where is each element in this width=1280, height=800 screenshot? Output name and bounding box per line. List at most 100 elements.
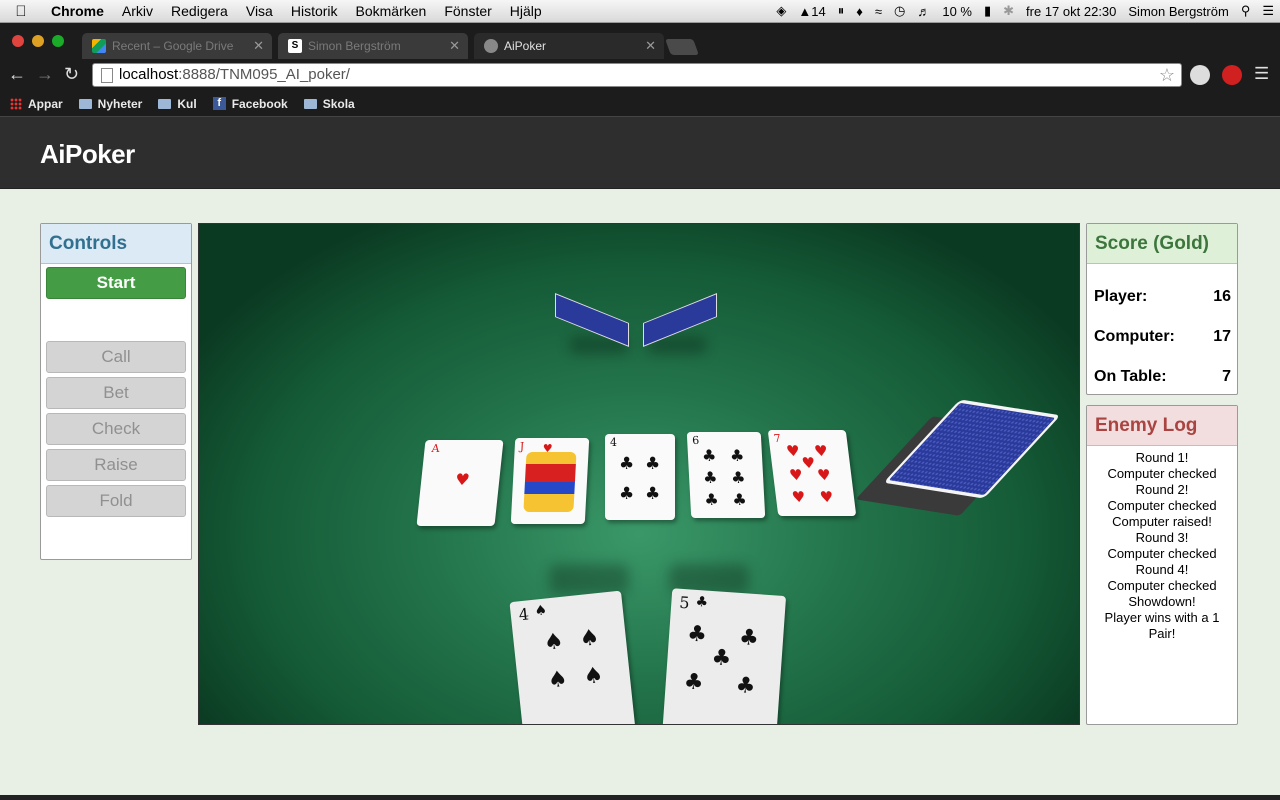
card-rank: 4 [610,436,617,449]
club-icon: ♣ [701,446,717,465]
close-tab-icon[interactable]: ✕ [253,38,264,54]
call-button[interactable]: Call [46,341,186,373]
google-drive-icon [92,39,106,53]
volume-icon[interactable]: ♬ [911,4,936,19]
log-line: Round 1! [1135,450,1189,465]
heart-icon: ♥ [818,488,835,506]
score-label: On Table: [1094,368,1167,385]
menu-hjalp[interactable]: Hjälp [501,3,551,19]
menu-bokmarken[interactable]: Bokmärken [347,3,436,19]
minimize-window-button[interactable] [32,35,44,47]
log-line: Round 2! [1135,482,1189,497]
tab-google-drive[interactable]: Recent – Google Drive ✕ [82,33,272,59]
back-arrow-icon[interactable]: ← [8,64,26,85]
zoom-window-button[interactable] [52,35,64,47]
card-rank: A [430,442,441,455]
close-tab-icon[interactable]: ✕ [645,38,656,54]
bookmark-nyheter[interactable]: Nyheter [78,96,143,111]
bookmark-skola[interactable]: Skola [303,97,355,111]
reload-icon[interactable]: ↻ [64,64,79,85]
club-icon: ♣ [702,468,718,487]
time-machine-icon[interactable]: ◷ [888,3,911,19]
club-icon: ♣ [729,446,745,465]
score-row-player: Player: 16 [1094,288,1231,306]
club-icon: ♣ [619,484,635,504]
s-favicon-icon: S [288,39,302,53]
bookmark-label: Facebook [231,96,288,111]
folder-icon [78,98,92,109]
score-row-computer: Computer: 17 [1094,328,1231,346]
globe-icon [484,39,498,53]
bookmark-star-icon[interactable]: ☆ [1159,64,1175,86]
spade-icon: ♠ [582,662,605,690]
address-bar[interactable]: localhost:8888/TNM095_AI_poker/ ☆ [92,63,1182,87]
forward-arrow-icon[interactable]: → [36,64,54,85]
heart-icon: ♥ [816,466,832,484]
facebook-icon: f [212,97,226,110]
score-value: 17 [1213,328,1231,345]
menu-redigera[interactable]: Redigera [162,3,237,19]
bookmark-facebook[interactable]: f Facebook [212,96,288,111]
menu-arkiv[interactable]: Arkiv [113,3,162,19]
user-name[interactable]: Simon Bergström [1122,4,1234,19]
tab-label: Simon Bergström [308,39,401,53]
spade-icon: ♠ [542,628,565,656]
clock[interactable]: fre 17 okt 22:30 [1020,4,1122,19]
controls-title: Controls [41,224,191,264]
close-tab-icon[interactable]: ✕ [449,38,460,54]
spade-icon: ♠ [578,625,601,653]
score-title: Score (Gold) [1087,224,1237,264]
chrome-menu-icon[interactable]: ☰ [1254,64,1269,84]
spotlight-icon[interactable]: ⚲ [1235,3,1257,19]
community-card-2: J ♥ [510,438,590,524]
card-rank: J [519,440,525,453]
menu-fonster[interactable]: Fönster [435,3,500,19]
new-tab-button[interactable] [665,39,699,55]
adobe-icon[interactable]: ▲14 [792,4,831,19]
bookmarks-bar: Appar Nyheter Kul f Facebook Skola [0,91,1280,116]
log-line: Computer raised! [1112,514,1212,529]
tab-label: Recent – Google Drive [112,39,234,53]
close-window-button[interactable] [12,35,24,47]
card-shadow [549,564,629,594]
heart-icon: ♥ [790,488,807,506]
menu-historik[interactable]: Historik [282,3,347,19]
bookmark-label: Nyheter [97,96,143,111]
log-line: Computer checked [1107,546,1217,561]
menu-visa[interactable]: Visa [237,3,282,19]
start-button[interactable]: Start [46,267,186,299]
battery-label[interactable]: 10 % [936,4,978,19]
club-icon: ♣ [710,645,733,672]
menu-app-name[interactable]: Chrome [42,3,113,19]
score-panel: Score (Gold) Player: 16 Computer: 17 On … [1086,223,1238,395]
bookmark-kul[interactable]: Kul [158,97,197,111]
apple-icon[interactable]:  [0,3,42,20]
tab-simon[interactable]: S Simon Bergström ✕ [278,33,468,59]
app-brand[interactable]: AiPoker [40,139,135,170]
raise-button[interactable]: Raise [46,449,186,481]
adblock-icon[interactable] [1222,65,1242,85]
bet-button[interactable]: Bet [46,377,186,409]
tab-aipoker[interactable]: AiPoker ✕ [474,33,664,59]
fold-button[interactable]: Fold [46,485,186,517]
folder-icon [158,98,172,109]
pause-icon[interactable]: ⏸ [832,3,851,19]
check-button[interactable]: Check [46,413,186,445]
notification-center-icon[interactable]: ☰ [1256,3,1280,19]
club-icon: ♣ [694,593,709,611]
bookmark-apps[interactable]: Appar [10,97,63,111]
dropbox-icon[interactable]: ◈ [770,3,792,19]
extension-owl-icon[interactable] [1190,65,1210,85]
heart-icon: ♥ [785,442,801,460]
club-icon: ♣ [731,490,748,509]
score-row-table: On Table: 7 [1094,368,1231,386]
tab-label: AiPoker [504,39,547,53]
player-card-2: 5 ♣ ♣ ♣ ♣ ♣ ♣ [661,588,787,724]
log-line: Computer checked [1107,498,1217,513]
battery-icon[interactable]: ▮ [978,3,997,19]
card-rank: 4 [517,604,530,625]
bluetooth-icon[interactable]: ✱ [997,3,1020,19]
poker-table-canvas[interactable]: A ♥ J ♥ 4 ♣ ♣ ♣ ♣ 6 ♣ ♣ ♣ ♣ ♣ ♣ 7 ♥ ♥ ♥ … [198,223,1080,725]
notification-icon[interactable]: ♦ [850,4,869,19]
wifi-icon[interactable]: ≈ [869,4,888,19]
